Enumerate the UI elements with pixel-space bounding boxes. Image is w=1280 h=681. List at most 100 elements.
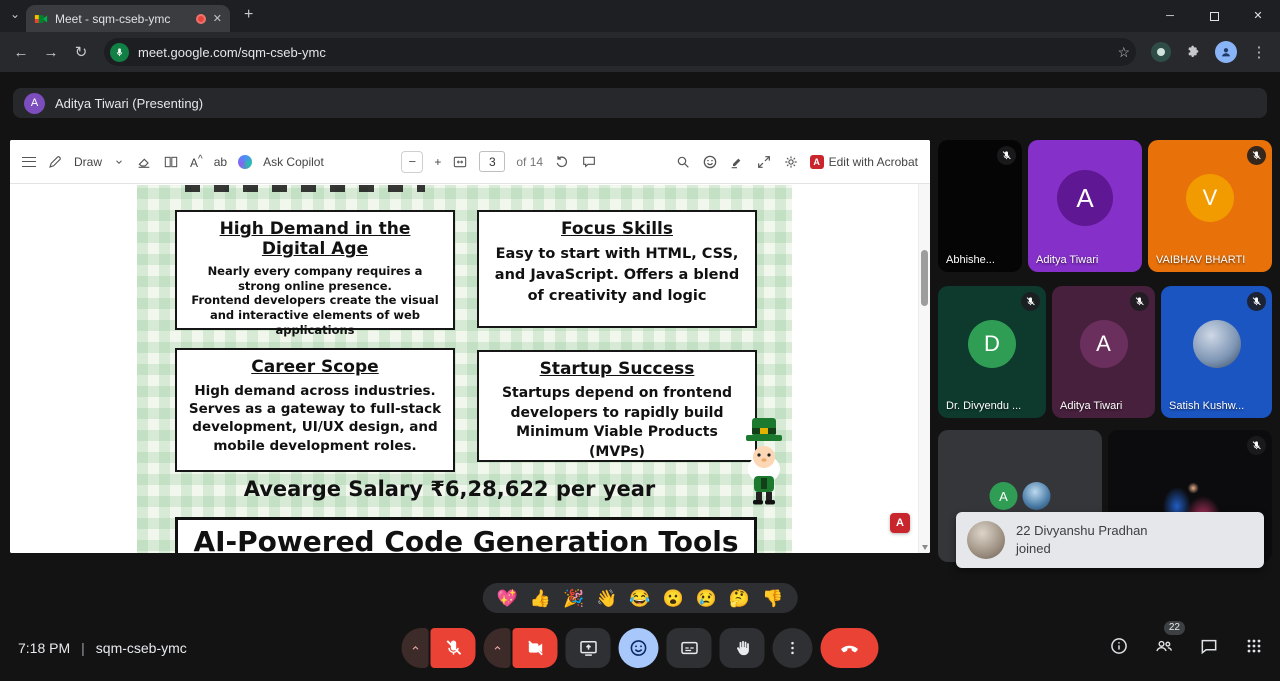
mic-mute-button[interactable]: [431, 628, 476, 668]
address-bar[interactable]: meet.google.com/sqm-cseb-ymc ☆: [104, 38, 1136, 66]
reaction-heart[interactable]: 💖: [497, 590, 518, 607]
reload-button[interactable]: ↻: [66, 43, 96, 61]
draw-tool-label[interactable]: Draw: [74, 155, 102, 169]
slide-box-title: High Demand in the Digital Age: [186, 219, 444, 259]
read-aloud-icon[interactable]: ab: [214, 155, 227, 169]
clock-time: 7:18 PM: [18, 640, 70, 656]
chat-button[interactable]: [1197, 634, 1221, 658]
copilot-icon: [238, 155, 252, 169]
text-size-icon[interactable]: A^: [190, 154, 203, 170]
url-text[interactable]: meet.google.com/sqm-cseb-ymc: [138, 45, 326, 60]
settings-gear-icon[interactable]: [783, 154, 799, 170]
rotate-icon[interactable]: [554, 154, 570, 170]
reaction-thumbs-down[interactable]: 👎: [762, 590, 783, 607]
reaction-party[interactable]: 🎉: [563, 590, 584, 607]
profile-avatar[interactable]: [1215, 41, 1237, 63]
window-controls: ─ ✕: [1148, 0, 1280, 32]
edit-with-acrobat-button[interactable]: A Edit with Acrobat: [810, 155, 918, 169]
participant-name: Aditya Tiwari: [1060, 400, 1122, 412]
reaction-surprised[interactable]: 😮: [663, 590, 684, 607]
meeting-details-button[interactable]: [1107, 634, 1131, 658]
comment-icon[interactable]: [702, 154, 718, 170]
zoom-in-button[interactable]: +: [434, 155, 441, 169]
browser-menu-kebab-icon[interactable]: ⋮: [1244, 43, 1274, 61]
participant-tile[interactable]: Satish Kushw...: [1161, 286, 1272, 418]
reaction-thumbs-up[interactable]: 👍: [530, 590, 551, 607]
slide-box-high-demand: High Demand in the Digital Age Nearly ev…: [175, 210, 455, 330]
reactions-toggle-button[interactable]: [619, 628, 659, 668]
scrollbar-thumb[interactable]: [921, 250, 928, 306]
clipped-heading-strip: [185, 185, 425, 192]
pdf-content-area: High Demand in the Digital Age Nearly ev…: [10, 184, 930, 553]
footer-separator: |: [81, 640, 85, 656]
raise-hand-button[interactable]: [720, 628, 765, 668]
activities-grid-button[interactable]: [1242, 634, 1266, 658]
participant-name: Aditya Tiwari: [1036, 254, 1098, 266]
fit-to-width-icon[interactable]: [452, 154, 468, 170]
browser-tab[interactable]: Meet - sqm-cseb-ymc ✕: [26, 5, 230, 32]
slide-box-body: Easy to start with HTML, CSS, and JavaSc…: [488, 244, 746, 307]
joined-user-name: 22 Divyanshu Pradhan: [1016, 523, 1148, 538]
pdf-scrollbar[interactable]: [918, 184, 930, 553]
captions-button[interactable]: [667, 628, 712, 668]
page-number-input[interactable]: 3: [479, 151, 505, 172]
toc-menu-icon[interactable]: [22, 157, 36, 167]
acrobat-float-icon[interactable]: A: [890, 513, 910, 533]
mic-muted-icon: [1247, 292, 1266, 311]
reaction-cry[interactable]: 😢: [696, 590, 717, 607]
participant-tile[interactable]: A Aditya Tiwari: [1028, 140, 1142, 272]
slide-box-title: Startup Success: [488, 359, 746, 379]
mic-muted-icon: [1247, 146, 1266, 165]
scroll-down-arrow-icon[interactable]: [922, 545, 928, 550]
ask-copilot-button[interactable]: Ask Copilot: [263, 155, 324, 169]
next-section-box: AI-Powered Code Generation Tools: [175, 517, 757, 553]
end-call-button[interactable]: [821, 628, 879, 668]
search-icon[interactable]: [675, 154, 691, 170]
forward-button[interactable]: →: [36, 44, 66, 61]
new-tab-button[interactable]: +: [244, 6, 253, 24]
footer-right: 22: [1107, 634, 1266, 658]
more-options-button[interactable]: [773, 628, 813, 668]
bookmark-star-icon[interactable]: ☆: [1117, 44, 1130, 61]
mic-muted-icon: [997, 146, 1016, 165]
participant-tile[interactable]: D Dr. Divyendu ...: [938, 286, 1046, 418]
participant-tile[interactable]: A Aditya Tiwari: [1052, 286, 1155, 418]
mic-muted-icon: [1130, 292, 1149, 311]
mic-muted-icon: [1247, 436, 1266, 455]
joined-suffix: joined: [1016, 541, 1051, 556]
footer-left: 7:18 PM | sqm-cseb-ymc: [18, 640, 187, 656]
zoom-out-button[interactable]: −: [401, 151, 423, 173]
maximize-button[interactable]: [1192, 0, 1236, 32]
tab-search-chevron-icon[interactable]: ⌄: [10, 7, 20, 21]
camera-control: [484, 628, 558, 668]
eraser-icon[interactable]: [136, 154, 152, 170]
participant-tile[interactable]: V VAIBHAV BHARTI: [1148, 140, 1272, 272]
participants-button[interactable]: 22: [1152, 634, 1176, 658]
tab-close-icon[interactable]: ✕: [213, 12, 222, 25]
minimize-button[interactable]: ─: [1148, 0, 1192, 32]
slide-box-body: High demand across industries. Serves as…: [186, 382, 444, 455]
draw-dropdown-chevron-icon[interactable]: [113, 156, 125, 168]
back-button[interactable]: ←: [6, 44, 36, 61]
page-layout-icon[interactable]: [581, 154, 597, 170]
slide-page: High Demand in the Digital Age Nearly ev…: [137, 185, 792, 553]
reaction-clap[interactable]: 👋: [596, 590, 617, 607]
mic-options-chevron[interactable]: [402, 628, 429, 668]
page-split-view-icon[interactable]: [163, 154, 179, 170]
extensions-puzzle-icon[interactable]: [1185, 44, 1201, 60]
camera-off-button[interactable]: [513, 628, 558, 668]
reaction-thinking[interactable]: 🤔: [729, 590, 750, 607]
slide-box-focus-skills: Focus Skills Easy to start with HTML, CS…: [477, 210, 757, 328]
fullscreen-expand-icon[interactable]: [756, 154, 772, 170]
pen-tool-icon[interactable]: [47, 154, 63, 170]
highlight-icon[interactable]: [729, 154, 745, 170]
participant-count-badge: 22: [1164, 621, 1185, 635]
browser-titlebar: ⌄ Meet - sqm-cseb-ymc ✕ + ─ ✕: [0, 0, 1280, 32]
present-screen-button[interactable]: [566, 628, 611, 668]
participant-tile[interactable]: Abhishe...: [938, 140, 1022, 272]
mic-in-use-icon[interactable]: [110, 43, 129, 62]
reaction-laugh[interactable]: 😂: [629, 590, 650, 607]
window-close-button[interactable]: ✕: [1236, 0, 1280, 32]
camera-options-chevron[interactable]: [484, 628, 511, 668]
extension-circle-icon[interactable]: [1151, 42, 1171, 62]
